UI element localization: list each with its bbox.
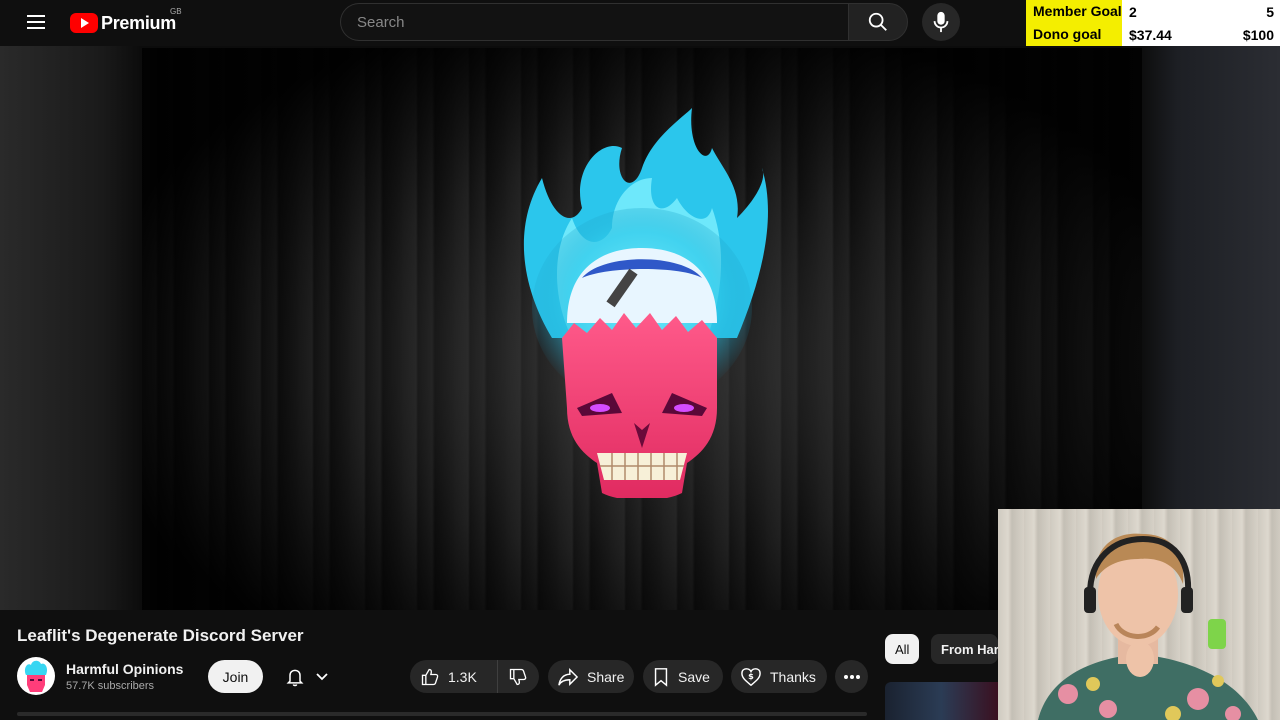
thumbs-down-icon <box>509 668 527 685</box>
goal-target: $100 <box>1242 26 1274 43</box>
notification-settings-button[interactable] <box>272 660 342 693</box>
search-input[interactable] <box>357 4 848 40</box>
streamer-webcam <box>998 509 1280 720</box>
dislike-button[interactable] <box>498 660 538 693</box>
more-actions-button[interactable] <box>835 660 868 693</box>
thanks-label: Thanks <box>770 668 816 685</box>
more-horizontal-icon <box>843 674 860 679</box>
share-button[interactable]: Share <box>548 660 634 693</box>
share-arrow-icon <box>558 667 579 686</box>
search-button[interactable] <box>848 3 908 41</box>
channel-owner[interactable]: Harmful Opinions 57.7K subscribers <box>17 656 183 696</box>
heart-dollar-icon: $ <box>741 667 761 686</box>
like-button[interactable]: 1.3K <box>410 660 498 693</box>
chevron-down-icon <box>316 672 328 680</box>
member-goal-row: Member Goal 2 5 <box>1026 0 1280 23</box>
streamer-person <box>1038 533 1258 720</box>
subscriber-count: 57.7K subscribers <box>66 679 155 692</box>
related-video-thumbnail[interactable] <box>885 682 998 720</box>
like-count: 1.3K <box>448 668 477 685</box>
stream-goals-overlay: Member Goal 2 5 Dono goal $37.44 $100 <box>1026 0 1280 46</box>
flaming-skull-artwork <box>523 108 768 498</box>
share-label: Share <box>587 668 625 685</box>
brand-label: Premium <box>101 12 176 33</box>
save-label: Save <box>678 668 710 685</box>
goal-label: Dono goal <box>1026 23 1122 46</box>
video-player[interactable] <box>142 48 1142 610</box>
bell-icon <box>286 669 304 686</box>
youtube-premium-logo[interactable]: Premium GB <box>70 7 182 36</box>
description-divider <box>17 712 867 716</box>
video-title: Leaflit's Degenerate Discord Server <box>17 626 304 645</box>
hamburger-icon <box>27 15 45 29</box>
svg-text:$: $ <box>748 670 754 680</box>
region-code: GB <box>170 7 182 16</box>
dono-goal-row: Dono goal $37.44 $100 <box>1026 23 1280 46</box>
goal-current: $37.44 <box>1129 26 1172 43</box>
chip-all[interactable]: All <box>885 634 920 664</box>
guide-menu-button[interactable] <box>20 8 52 36</box>
channel-name[interactable]: Harmful Opinions <box>66 661 183 677</box>
like-dislike-group: 1.3K <box>410 660 539 693</box>
goal-label: Member Goal <box>1026 0 1122 23</box>
join-button[interactable]: Join <box>208 660 263 693</box>
search-box <box>340 3 848 41</box>
skull-avatar-icon <box>24 660 48 692</box>
voice-search-button[interactable] <box>922 3 960 41</box>
goal-target: 5 <box>1266 3 1274 20</box>
search-icon <box>868 12 887 31</box>
youtube-play-icon <box>70 13 98 33</box>
microphone-icon <box>933 11 949 33</box>
bookmark-icon <box>654 667 668 687</box>
thumbs-up-icon <box>421 668 439 685</box>
goal-current: 2 <box>1129 3 1137 20</box>
thanks-button[interactable]: $ Thanks <box>731 660 827 693</box>
chip-from-channel[interactable]: From Har <box>931 634 998 664</box>
channel-avatar[interactable] <box>17 657 55 695</box>
save-button[interactable]: Save <box>643 660 723 693</box>
